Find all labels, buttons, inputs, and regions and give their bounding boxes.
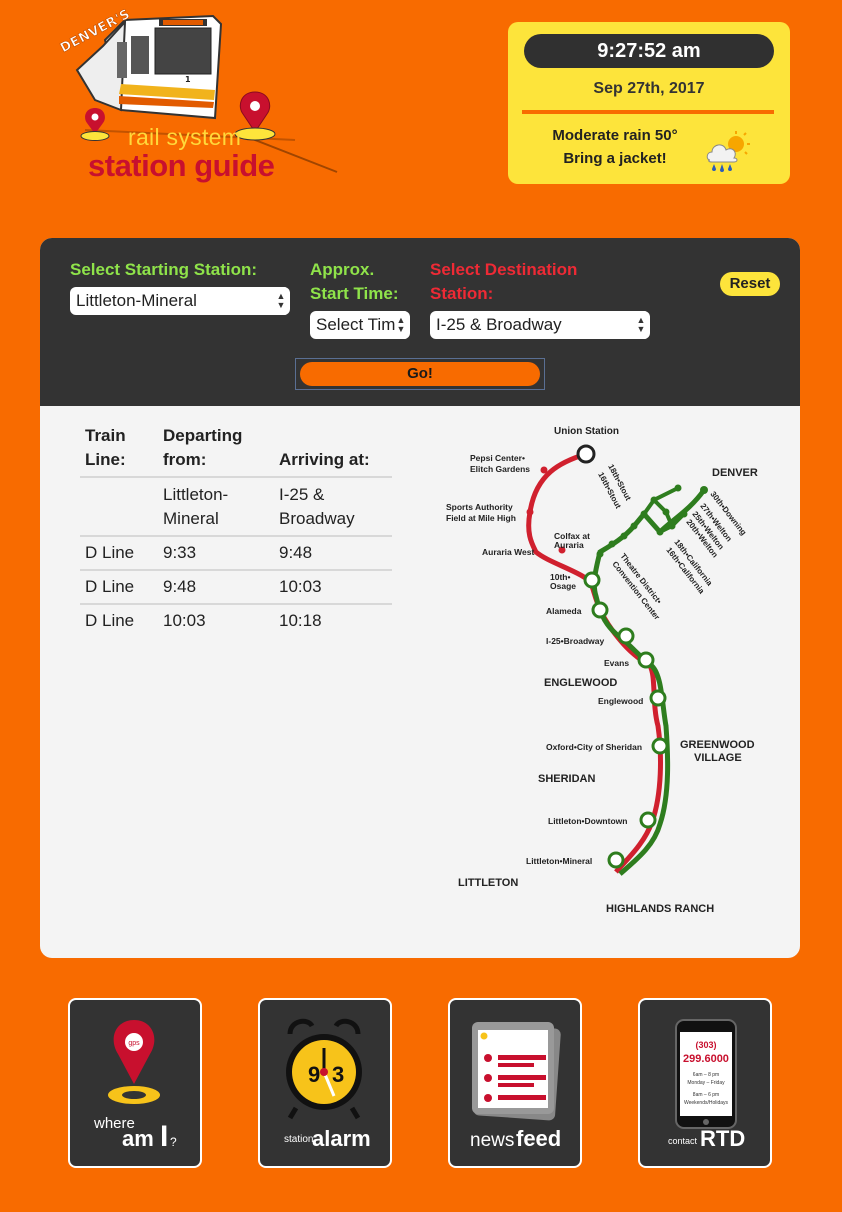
svg-text:Englewood: Englewood: [598, 696, 643, 706]
destination-select[interactable]: I-25 & Broadway ▲ ▼: [430, 311, 650, 339]
svg-text:I: I: [160, 1120, 168, 1153]
schedule-table: Train Line: Departing from: Arriving at:…: [80, 424, 392, 637]
svg-text:Monday – Friday: Monday – Friday: [687, 1080, 725, 1086]
svg-text:Field at Mile High: Field at Mile High: [446, 513, 516, 523]
map-label-union-station: Union Station: [554, 426, 619, 437]
svg-text:3: 3: [332, 1062, 344, 1087]
svg-text:Sports Authority: Sports Authority: [446, 502, 513, 512]
svg-text:Osage: Osage: [550, 581, 576, 591]
start-time-label-1: Approx.: [310, 260, 375, 279]
svg-text:Auraria West: Auraria West: [482, 547, 534, 557]
svg-text:Elitch Gardens: Elitch Gardens: [470, 464, 530, 474]
select-arrows-icon: ▲ ▼: [276, 287, 286, 315]
svg-text:(303): (303): [695, 1040, 716, 1050]
svg-text:contact: contact: [668, 1136, 698, 1146]
svg-text:I-25•Broadway: I-25•Broadway: [546, 636, 605, 646]
col-header-departing: Departing: [163, 426, 243, 445]
svg-text:?: ?: [170, 1135, 177, 1149]
svg-text:HIGHLANDS RANCH: HIGHLANDS RANCH: [606, 903, 714, 915]
go-button[interactable]: Go!: [300, 362, 540, 386]
svg-text:GREENWOOD: GREENWOOD: [680, 739, 755, 751]
svg-text:9: 9: [308, 1062, 320, 1087]
station-row: Littleton- Mineral I-25 & Broadway: [80, 478, 392, 537]
svg-text:SHERIDAN: SHERIDAN: [538, 773, 596, 785]
destination-label-2: Station:: [430, 284, 494, 303]
reset-button[interactable]: Reset: [720, 272, 780, 296]
svg-text:alarm: alarm: [312, 1126, 371, 1151]
svg-text:RTD: RTD: [700, 1126, 745, 1151]
col-header-line: Train: [85, 426, 126, 445]
news-feed-icon: news feed: [470, 1022, 561, 1151]
svg-text:8am – 6 pm: 8am – 6 pm: [693, 1092, 719, 1098]
rain-cloud-sun-icon: [706, 131, 750, 172]
svg-text:station: station: [284, 1134, 313, 1145]
svg-text:LITTLETON: LITTLETON: [458, 877, 518, 889]
weather-summary: Moderate rain 50° Bring a jacket!: [530, 124, 700, 170]
svg-text:feed: feed: [516, 1126, 561, 1151]
start-time-label-2: Start Time:: [310, 284, 399, 303]
logo-line-1: rail system: [128, 124, 242, 150]
svg-text:news: news: [470, 1130, 514, 1151]
destination-label-1: Select Destination: [430, 260, 578, 279]
alarm-clock-icon: 9 3 station alarm: [284, 1018, 371, 1151]
svg-text:6am – 8 pm: 6am – 8 pm: [693, 1072, 719, 1078]
site-logo[interactable]: 1 DENVER'S rail system station guide: [55, 7, 355, 190]
svg-text:Alameda: Alameda: [546, 606, 582, 616]
select-arrows-icon: ▲ ▼: [636, 311, 646, 339]
svg-text:Littleton•Downtown: Littleton•Downtown: [548, 816, 627, 826]
table-row[interactable]: D Line 9:48 10:03: [80, 571, 392, 605]
svg-text:Evans: Evans: [604, 658, 629, 668]
weather-advice: Bring a jacket!: [563, 150, 667, 167]
svg-text:VILLAGE: VILLAGE: [694, 752, 742, 764]
divider: [522, 110, 774, 114]
svg-text:Oxford•City of Sheridan: Oxford•City of Sheridan: [546, 742, 642, 752]
svg-text:ENGLEWOOD: ENGLEWOOD: [544, 677, 617, 689]
svg-text:Pepsi Center•: Pepsi Center•: [470, 453, 525, 463]
weather-condition: Moderate rain 50°: [552, 127, 678, 144]
start-station-select[interactable]: Littleton-Mineral ▲ ▼: [70, 287, 290, 315]
current-date: Sep 27th, 2017: [593, 80, 705, 97]
trip-planner-panel: Select Starting Station: Littleton-Miner…: [40, 238, 800, 958]
start-time-select[interactable]: Select Time ▲ ▼: [310, 311, 410, 339]
svg-text:Weekends/Holidays: Weekends/Holidays: [684, 1100, 729, 1106]
rail-map[interactable]: Union Station Pepsi Center• Elitch Garde…: [440, 414, 800, 924]
news-feed-button[interactable]: news feed: [448, 998, 582, 1168]
contact-rtd-button[interactable]: (303) 299.6000 6am – 8 pm Monday – Frida…: [638, 998, 772, 1168]
logo-line-2: station guide: [88, 148, 275, 183]
svg-text:Auraria: Auraria: [554, 540, 584, 550]
table-row[interactable]: D Line 9:33 9:48: [80, 537, 392, 571]
select-arrows-icon: ▲ ▼: [396, 311, 406, 339]
table-row[interactable]: D Line 10:03 10:18: [80, 605, 392, 637]
start-station-label: Select Starting Station:: [70, 260, 258, 279]
table-header-row: Train Line: Departing from: Arriving at:: [80, 424, 392, 478]
svg-text:Littleton•Mineral: Littleton•Mineral: [526, 856, 592, 866]
col-header-arriving: Arriving at:: [279, 450, 370, 469]
svg-text:1: 1: [185, 75, 191, 84]
clock-weather-card: 9:27:52 am Sep 27th, 2017 Moderate rain …: [508, 22, 790, 184]
where-am-i-button[interactable]: gps where am I ?: [68, 998, 202, 1168]
station-alarm-button[interactable]: 9 3 station alarm: [258, 998, 392, 1168]
svg-text:am: am: [122, 1126, 154, 1151]
svg-text:DENVER: DENVER: [712, 467, 758, 479]
svg-text:gps: gps: [128, 1040, 140, 1047]
phone-icon: (303) 299.6000 6am – 8 pm Monday – Frida…: [668, 1019, 745, 1151]
from-station: Littleton- Mineral: [163, 485, 229, 528]
gps-pin-icon: gps where am I ?: [93, 1020, 177, 1153]
current-time: 9:27:52 am: [524, 34, 774, 68]
to-station: I-25 & Broadway: [279, 485, 355, 528]
trip-selector-bar: Select Starting Station: Littleton-Miner…: [40, 238, 800, 406]
go-button-focus-ring: Go!: [295, 358, 545, 390]
svg-text:299.6000: 299.6000: [683, 1053, 729, 1065]
